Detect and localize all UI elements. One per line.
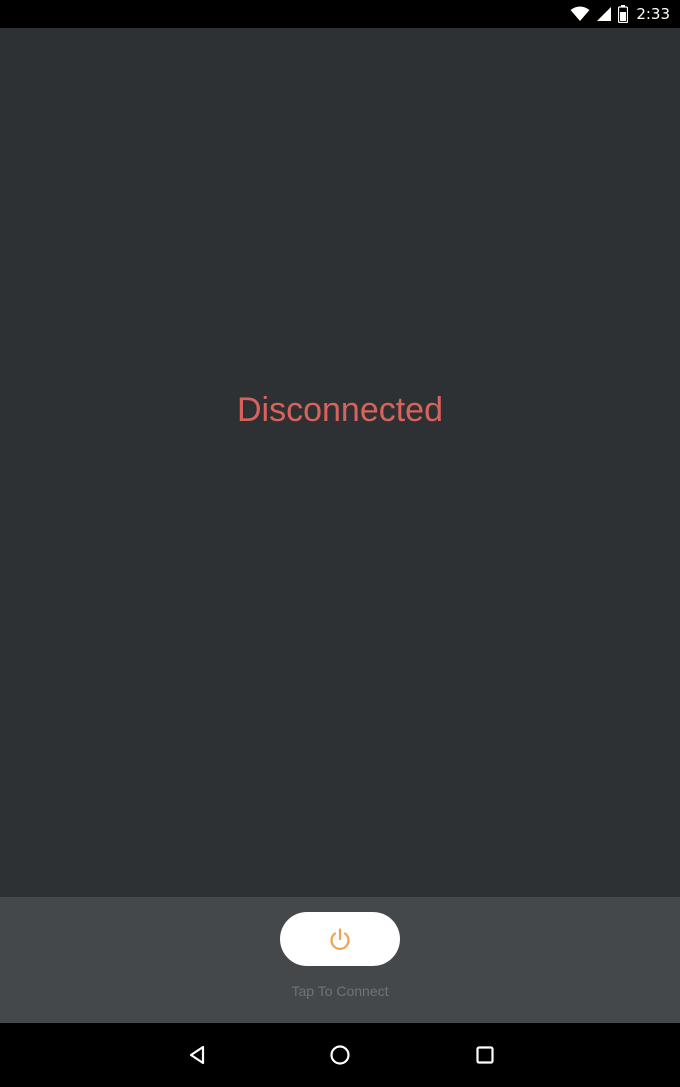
bottom-panel: Tap To Connect: [0, 897, 680, 1023]
navigation-bar: [0, 1023, 680, 1087]
status-time: 2:33: [636, 5, 670, 23]
back-icon: [186, 1044, 208, 1066]
status-bar: 2:33: [0, 0, 680, 28]
back-button[interactable]: [183, 1041, 211, 1069]
recents-icon: [474, 1044, 496, 1066]
recents-button[interactable]: [471, 1041, 499, 1069]
main-content: Disconnected: [0, 28, 680, 897]
connect-button[interactable]: [280, 912, 400, 966]
home-button[interactable]: [326, 1041, 354, 1069]
connect-label: Tap To Connect: [291, 983, 389, 999]
power-icon: [327, 926, 353, 952]
home-icon: [328, 1043, 352, 1067]
battery-icon: [618, 5, 629, 23]
connection-status-text: Disconnected: [236, 391, 443, 429]
wifi-icon: [570, 6, 590, 22]
signal-icon: [596, 6, 612, 22]
app-screen: 2:33 Disconnected Tap To Connect: [0, 0, 680, 1087]
